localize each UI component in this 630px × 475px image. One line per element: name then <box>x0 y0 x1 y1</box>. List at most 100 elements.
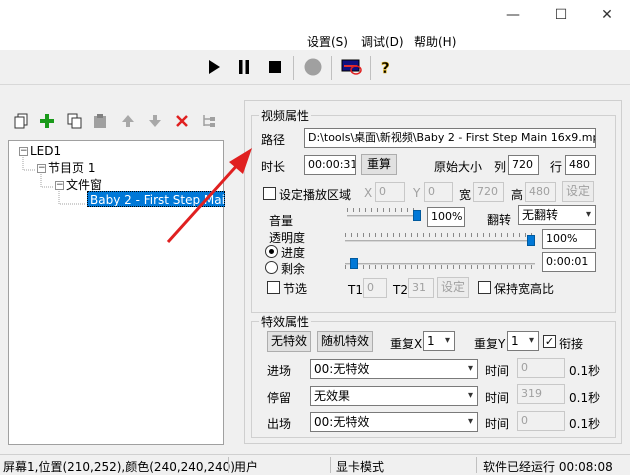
height-label: 高 <box>511 188 524 202</box>
repeat-x-select[interactable]: 1 ▾ <box>423 331 455 351</box>
help-icon: ? <box>381 59 390 76</box>
repeat-x-label: 重复X <box>390 337 423 351</box>
enter-effect-select[interactable]: 00:无特效 ▾ <box>310 359 478 379</box>
video-properties-title: 视频属性 <box>259 107 312 124</box>
set-area-checkbox[interactable] <box>263 187 276 200</box>
collapse-icon[interactable]: − <box>19 147 28 156</box>
volume-slider[interactable] <box>347 215 421 217</box>
flip-label: 翻转 <box>487 213 512 227</box>
t1-field[interactable]: 0 <box>363 278 387 298</box>
new-page-button[interactable] <box>12 110 32 132</box>
maximize-button[interactable]: ☐ <box>538 0 584 30</box>
exit-effect-select[interactable]: 00:无特效 ▾ <box>310 412 478 432</box>
stay-time-field[interactable]: 319 <box>517 384 565 404</box>
tree-node-file-selected[interactable]: Baby 2 - First Step Main <box>87 191 225 207</box>
random-effect-button[interactable]: 随机特效 <box>317 331 373 352</box>
chevron-down-icon: ▾ <box>467 390 473 401</box>
t1-label: T1 <box>348 283 363 297</box>
x-field[interactable]: 0 <box>375 182 405 202</box>
width-label: 宽 <box>459 188 472 202</box>
program-tree[interactable]: − LED1 − 节目页 1 − 文件窗 Baby 2 - First Step Ma… <box>8 140 225 445</box>
menu-help[interactable]: 帮助(H) <box>414 33 456 50</box>
opacity-slider-thumb[interactable] <box>527 235 535 246</box>
menu-settings[interactable]: 设置(S) <box>307 33 348 50</box>
title-bar: — ☐ ✕ <box>0 0 630 30</box>
stop-button[interactable] <box>263 56 287 78</box>
copy-button[interactable] <box>65 110 85 132</box>
collapse-icon[interactable]: − <box>37 164 46 173</box>
tree-node-program[interactable]: − 节目页 1 <box>37 161 95 175</box>
tree-node-led1[interactable]: − LED1 <box>19 144 61 158</box>
repeat-y-select[interactable]: 1 ▾ <box>507 331 539 351</box>
height-field[interactable]: 480 <box>525 182 556 202</box>
exit-time-unit: 0.1秒 <box>569 417 601 431</box>
copy-icon <box>67 113 82 129</box>
stay-effect-select[interactable]: 无效果 ▾ <box>310 386 478 406</box>
chevron-down-icon: ▾ <box>467 416 473 427</box>
volume-field[interactable]: 100% <box>427 207 465 227</box>
t2-label: T2 <box>393 283 408 297</box>
record-button[interactable] <box>301 56 325 78</box>
opacity-field[interactable]: 100% <box>542 229 596 249</box>
time-field[interactable]: 0:00:01 <box>542 252 596 272</box>
play-button[interactable] <box>202 56 226 78</box>
new-page-icon <box>14 113 28 129</box>
chevron-down-icon: ▾ <box>444 335 450 346</box>
minimize-button[interactable]: — <box>490 0 536 30</box>
exit-label: 出场 <box>267 417 292 431</box>
move-down-button[interactable] <box>145 110 165 132</box>
volume-slider-thumb[interactable] <box>413 210 421 221</box>
minimize-icon: — <box>506 7 520 23</box>
path-field[interactable]: D:\tools\桌面\新视频\Baby 2 - First Step Main… <box>304 128 596 148</box>
keep-ratio-checkbox[interactable] <box>478 281 491 294</box>
close-icon: ✕ <box>601 7 613 23</box>
status-user: 用户 <box>234 460 259 474</box>
collapse-icon[interactable]: − <box>55 181 64 190</box>
opacity-slider[interactable] <box>345 240 535 242</box>
tree-structure-button[interactable] <box>199 110 219 132</box>
effects-title: 特效属性 <box>259 313 312 330</box>
menu-debug[interactable]: 调试(D) <box>361 33 404 50</box>
exit-time-field[interactable]: 0 <box>517 411 565 431</box>
set-area-button[interactable]: 设定 <box>562 181 594 202</box>
status-position: 屏幕1,位置(210,252),颜色(240,240,240) <box>3 460 235 474</box>
tree-node-file-window[interactable]: − 文件窗 <box>55 178 102 192</box>
repeat-y-label: 重复Y <box>474 337 506 351</box>
t2-field[interactable]: 31 <box>408 278 434 298</box>
progress-radio[interactable] <box>265 245 278 258</box>
col-field[interactable]: 720 <box>508 155 539 175</box>
connect-checkbox[interactable]: ✓ <box>543 335 556 348</box>
menu-bar: 设置(S) 调试(D) 帮助(H) <box>0 30 630 50</box>
stay-label: 停留 <box>267 391 292 405</box>
col-label: 列 <box>494 160 507 174</box>
enter-time-field[interactable]: 0 <box>517 358 565 378</box>
set-segment-button[interactable]: 设定 <box>437 277 469 298</box>
move-up-button[interactable] <box>118 110 138 132</box>
screen-button[interactable] <box>340 56 364 78</box>
no-effect-button[interactable]: 无特效 <box>267 331 311 352</box>
paste-icon <box>94 114 106 128</box>
stay-time-label: 时间 <box>485 391 510 405</box>
close-button[interactable]: ✕ <box>584 0 630 30</box>
enter-time-unit: 0.1秒 <box>569 364 601 378</box>
y-field[interactable]: 0 <box>424 182 453 202</box>
keep-ratio-label: 保持宽高比 <box>494 282 555 296</box>
delete-button[interactable] <box>172 110 192 132</box>
pause-icon <box>239 60 249 74</box>
row-field[interactable]: 480 <box>565 155 596 175</box>
properties-panel: 视频属性 路径 D:\tools\桌面\新视频\Baby 2 - First S… <box>244 100 622 444</box>
pause-button[interactable] <box>232 56 256 78</box>
add-button[interactable] <box>37 110 57 132</box>
progress-slider-thumb[interactable] <box>350 258 358 269</box>
status-bar: 屏幕1,位置(210,252),颜色(240,240,240) 用户 显卡模式 … <box>0 454 630 475</box>
width-field[interactable]: 720 <box>473 182 504 202</box>
remain-radio[interactable] <box>265 261 278 274</box>
paste-button[interactable] <box>91 110 111 132</box>
progress-slider[interactable] <box>345 263 535 265</box>
flip-select[interactable]: 无翻转 ▾ <box>518 205 596 225</box>
tree-toolbar <box>10 110 230 134</box>
recalc-button[interactable]: 重算 <box>361 154 397 175</box>
duration-field[interactable]: 00:00:31 <box>304 155 356 175</box>
segment-checkbox[interactable] <box>267 281 280 294</box>
help-button[interactable]: ? <box>374 56 398 78</box>
